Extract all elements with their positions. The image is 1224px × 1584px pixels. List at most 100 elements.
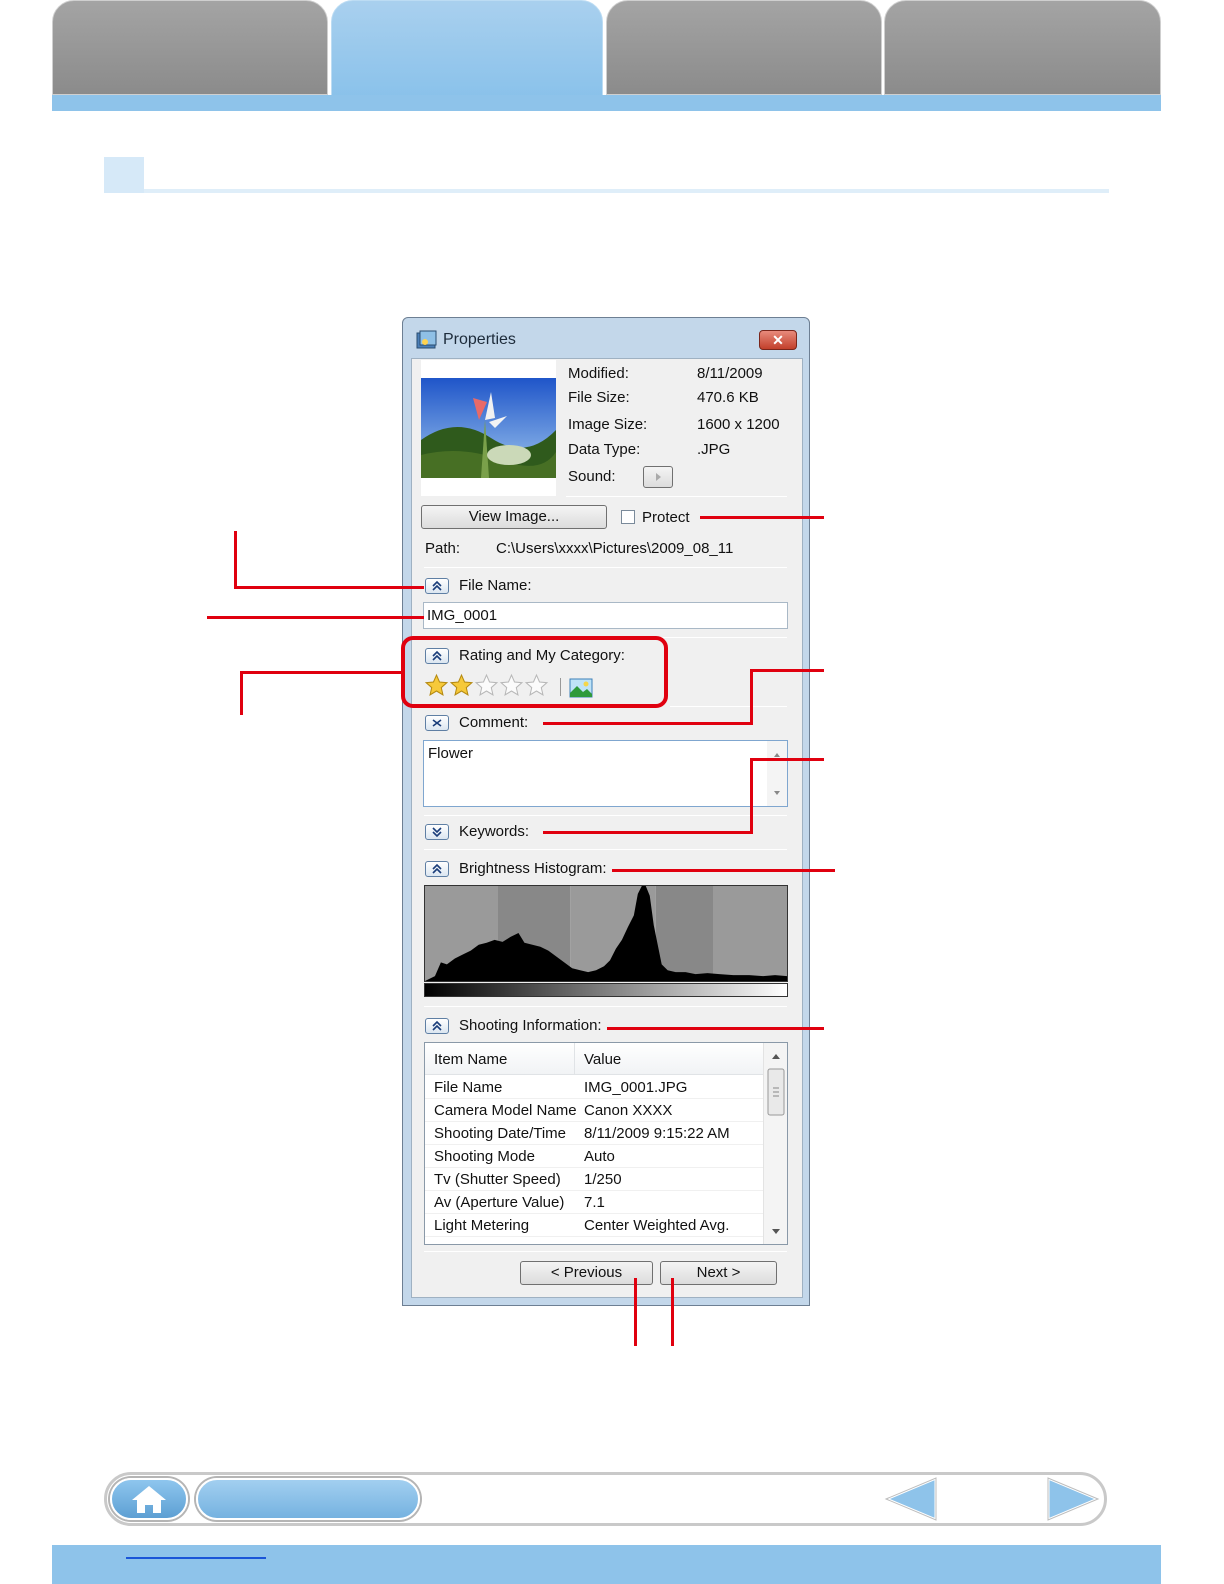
cell-value: IMG_0001.JPG (584, 1079, 688, 1096)
previous-page-arrow-icon[interactable] (882, 1474, 942, 1524)
keywords-expand-toggle[interactable] (425, 824, 449, 840)
tab-1[interactable] (52, 0, 328, 95)
column-header-item-name[interactable]: Item Name (425, 1043, 575, 1075)
annotation-line (543, 722, 753, 725)
annotation-line (700, 516, 824, 519)
table-row[interactable]: Camera Model Name Canon XXXX (425, 1099, 763, 1122)
tab-2-active[interactable] (331, 0, 603, 110)
cell-value: 1/250 (584, 1171, 622, 1188)
comment-scrollbar[interactable] (767, 741, 787, 806)
separator (670, 706, 787, 707)
table-row[interactable]: File Name IMG_0001.JPG (425, 1076, 763, 1099)
brightness-gradient-scale (424, 983, 788, 997)
annotation-line (240, 671, 403, 674)
table-row[interactable]: Tv (Shutter Speed) 1/250 (425, 1168, 763, 1191)
comment-collapse-toggle[interactable] (425, 715, 449, 731)
cell-item-name: Camera Model Name (434, 1102, 577, 1119)
cell-value: Center Weighted Avg. (584, 1217, 730, 1234)
contents-button[interactable] (196, 1478, 420, 1520)
close-button[interactable]: ✕ (759, 330, 797, 350)
modified-value: 8/11/2009 (697, 365, 763, 382)
chevron-down-icon (432, 827, 442, 838)
next-page-arrow-icon[interactable] (1042, 1474, 1102, 1524)
separator (424, 849, 787, 850)
table-scrollbar[interactable] (763, 1043, 787, 1244)
path-value: C:\Users\xxxx\Pictures\2009_08_11 (496, 540, 734, 557)
manual-page: { "dialog": { "title": "Properties", "cl… (0, 0, 1224, 1584)
annotation-line (543, 831, 753, 834)
properties-window-icon (416, 330, 437, 349)
data-type-label: Data Type: (568, 441, 641, 458)
comment-textarea[interactable]: Flower (423, 740, 788, 807)
annotation-line (234, 586, 424, 589)
cell-item-name: File Name (434, 1079, 503, 1096)
cell-value: 8/11/2009 9:15:22 AM (584, 1125, 730, 1142)
histogram-collapse-toggle[interactable] (425, 861, 449, 877)
table-row[interactable]: Av (Aperture Value) 7.1 (425, 1191, 763, 1214)
cell-value: 7.1 (584, 1194, 605, 1211)
play-icon (656, 473, 661, 481)
annotation-line (750, 669, 753, 725)
brightness-histogram (424, 885, 788, 982)
cell-value: Auto (584, 1148, 615, 1165)
footer-strip (52, 1545, 1161, 1584)
keywords-label: Keywords: (459, 823, 530, 840)
column-header-value[interactable]: Value (575, 1043, 763, 1075)
separator (424, 567, 787, 568)
section-title-rule (144, 189, 1109, 193)
scroll-arrows-icon (774, 753, 780, 795)
chevron-up-icon (432, 863, 442, 874)
image-size-value: 1600 x 1200 (697, 416, 780, 433)
protect-label: Protect (642, 509, 690, 526)
cell-item-name: Light Metering (434, 1217, 530, 1234)
annotation-line (634, 1278, 637, 1346)
cell-item-name: Shooting Mode (434, 1148, 535, 1165)
cell-item-name: Tv (Shutter Speed) (434, 1171, 561, 1188)
file-size-value: 470.6 KB (697, 389, 759, 406)
rating-highlight-box (401, 636, 668, 708)
tab-3[interactable] (606, 0, 882, 95)
separator (424, 815, 787, 816)
shooting-info-table: Item Name Value File Name IMG_0001.JPG Cam… (424, 1042, 788, 1245)
play-sound-button[interactable] (643, 466, 673, 488)
annotation-line (750, 758, 824, 761)
file-name-input[interactable]: IMG_0001 (423, 602, 788, 629)
file-size-label: File Size: (568, 389, 630, 406)
separator (424, 1251, 787, 1252)
tab-bar-underline (52, 95, 1161, 111)
separator (424, 1006, 787, 1007)
table-row[interactable]: Light Metering Center Weighted Avg. (425, 1214, 763, 1237)
home-icon (132, 1486, 166, 1513)
file-name-collapse-toggle[interactable] (425, 578, 449, 594)
data-type-value: .JPG (697, 441, 731, 458)
chevron-updown-icon (432, 719, 442, 727)
sound-label: Sound: (568, 468, 616, 485)
next-button[interactable]: Next > (660, 1261, 777, 1285)
home-button[interactable] (110, 1478, 188, 1520)
separator (566, 496, 787, 497)
table-row[interactable]: Shooting Mode Auto (425, 1145, 763, 1168)
shooting-info-label: Shooting Information: (459, 1017, 602, 1034)
annotation-line (750, 669, 824, 672)
histogram-label: Brightness Histogram: (459, 860, 607, 877)
cell-value: Canon XXXX (584, 1102, 673, 1119)
protect-checkbox[interactable] (621, 510, 635, 524)
tab-4[interactable] (884, 0, 1161, 95)
annotation-line (612, 869, 835, 872)
shooting-info-collapse-toggle[interactable] (425, 1018, 449, 1034)
modified-label: Modified: (568, 365, 629, 382)
image-size-label: Image Size: (568, 416, 648, 433)
cell-item-name: Shooting Date/Time (434, 1125, 567, 1142)
table-row[interactable]: Shooting Date/Time 8/11/2009 9:15:22 AM (425, 1122, 763, 1145)
annotation-line (234, 531, 237, 589)
footer-link-underline[interactable] (126, 1557, 266, 1559)
annotation-line (750, 758, 753, 834)
annotation-line (240, 671, 243, 715)
image-thumbnail (421, 360, 556, 496)
file-name-label: File Name: (459, 577, 532, 594)
annotation-line (207, 616, 424, 619)
window-title: Properties (443, 331, 516, 348)
section-title-marker (104, 157, 144, 193)
chevron-up-icon (432, 1020, 442, 1031)
view-image-button[interactable]: View Image... (421, 505, 607, 529)
